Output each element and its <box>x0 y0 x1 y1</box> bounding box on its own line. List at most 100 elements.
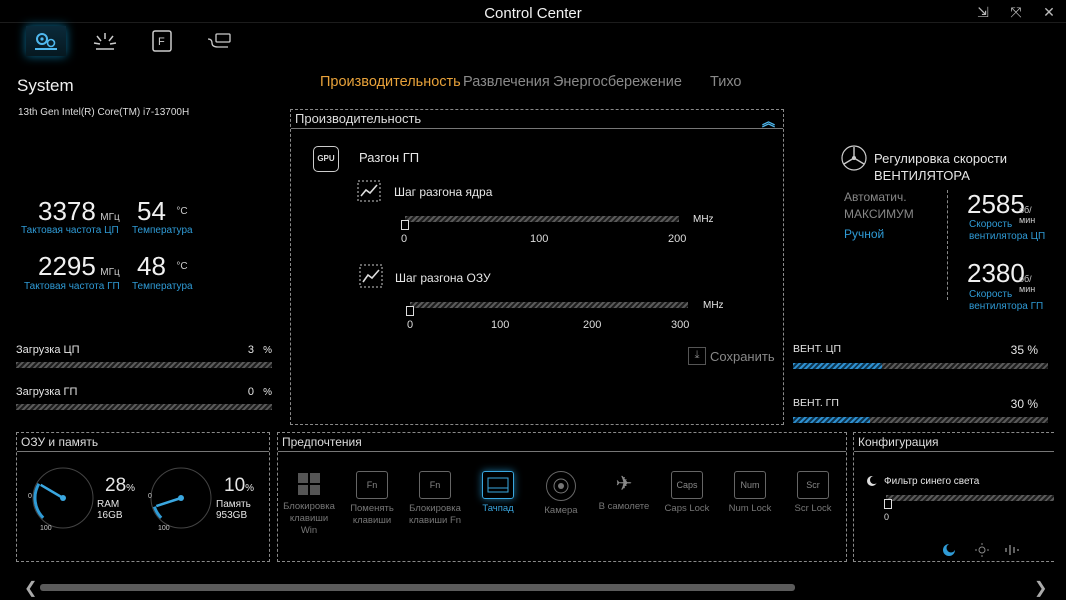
gpu-fan-level-label: ВЕНТ. ГП <box>793 397 839 409</box>
mem-tick-100: 100 <box>491 319 510 331</box>
blue-light-value: 0 <box>884 512 890 522</box>
mem-step-slider-thumb[interactable] <box>406 306 414 316</box>
core-step-slider-thumb[interactable] <box>401 220 409 230</box>
pref-scroll-lock[interactable]: Scr Scr Lock <box>785 471 841 537</box>
horizontal-scrollbar[interactable] <box>40 584 795 591</box>
cpu-fan-level-track[interactable] <box>793 363 1048 369</box>
gpu-load-label: Загрузка ГП <box>16 386 78 398</box>
storage-name: Память <box>216 499 251 510</box>
tab-entertainment[interactable]: Развлечения <box>463 74 553 90</box>
swap-keys-icon: Fn <box>356 471 388 499</box>
brightness-icon[interactable] <box>974 542 990 558</box>
gpu-frequency-unit: МГц <box>100 267 120 278</box>
gpu-fan-level-value: 30 % <box>1010 397 1038 411</box>
gpu-load-bar <box>16 404 272 410</box>
memory-clock-icon <box>359 264 383 288</box>
pref-caps-lock[interactable]: Caps Caps Lock <box>659 471 715 537</box>
blue-light-slider-thumb[interactable] <box>884 499 892 509</box>
cpu-fan-label1: Скорость <box>969 219 1013 230</box>
core-step-slider-track[interactable] <box>405 216 679 222</box>
cpu-fan-level-label: ВЕНТ. ЦП <box>793 343 841 355</box>
mem-step-unit: MHz <box>703 300 724 311</box>
ram-gauge <box>32 467 94 529</box>
cpu-frequency-value: 3378 <box>38 196 96 226</box>
scroll-left-icon[interactable]: ❮ <box>24 578 37 598</box>
pref-fn-lock[interactable]: Fn Блокировка клавиши Fn <box>407 471 463 537</box>
close-icon[interactable]: ✕ <box>1039 4 1059 20</box>
storage-usage-value: 10 <box>224 475 246 496</box>
pref-win-lock-l2: клавиши Win <box>289 513 329 536</box>
cpu-frequency-label: Тактовая частота ЦП <box>21 225 119 236</box>
tab-quiet[interactable]: Тихо <box>710 74 741 90</box>
pref-swap-keys[interactable]: Fn Поменять клавиши <box>344 471 400 537</box>
storage-usage-unit: % <box>245 483 255 494</box>
collapse-icon[interactable]: ︽ <box>762 111 775 130</box>
cpu-frequency: 3378 МГц <box>38 196 120 227</box>
preferences-grid: Блокировка клавиши Win Fn Поменять клави… <box>278 471 841 537</box>
cpu-load-bar <box>16 362 272 368</box>
mode-tabs: Производительность Развлечения Энергосбе… <box>320 74 741 90</box>
pref-airplane[interactable]: ✈ В самолете <box>596 471 652 537</box>
battery-plug-icon <box>207 33 231 48</box>
svg-text:F: F <box>158 36 165 48</box>
tab-performance[interactable]: Производительность <box>320 74 463 90</box>
gpu-fan-label1: Скорость <box>969 289 1013 300</box>
sound-wave-icon[interactable] <box>1004 543 1020 557</box>
gpu-temperature-value: 48 <box>137 251 166 281</box>
blue-light-filter: Фильтр синего света <box>866 475 979 487</box>
pref-fn-lock-l2: клавиши Fn <box>408 515 462 526</box>
gpu-fan-level-fill <box>793 417 870 423</box>
gpu-frequency-label: Тактовая частота ГП <box>24 281 120 292</box>
mem-tick-0: 0 <box>407 319 414 331</box>
fan-mode-max[interactable]: МАКСИМУМ <box>844 206 914 223</box>
fan-divider <box>947 190 949 300</box>
ram-gauge-min: 0 <box>28 493 32 500</box>
gears-icon <box>35 33 57 50</box>
save-button[interactable]: ⤓ Сохранить <box>688 347 775 365</box>
performance-panel-title: Производительность <box>291 110 783 129</box>
cpu-temperature-unit: °C <box>176 206 188 217</box>
mem-step-slider-track[interactable] <box>410 302 688 308</box>
cpu-fan-speed: 2585 об/мин <box>967 189 1035 225</box>
pref-num-lock[interactable]: Num Num Lock <box>722 471 778 537</box>
gpu-fan-level-track[interactable] <box>793 417 1048 423</box>
blue-light-slider-track[interactable] <box>886 495 1054 501</box>
pref-camera[interactable]: Камера <box>533 471 589 537</box>
pref-touchpad[interactable]: Тачпад <box>470 471 526 537</box>
config-panel: Конфигурация Фильтр синего света 0 <box>853 432 1054 562</box>
tab-keyboard[interactable]: F <box>142 26 182 56</box>
storage-size: 953GB <box>216 510 248 521</box>
night-mode-icon[interactable] <box>942 543 956 557</box>
tab-battery[interactable] <box>199 26 239 56</box>
blue-light-filter-label: Фильтр синего света <box>884 475 980 487</box>
pref-scroll-lock-l1: Scr Lock <box>794 503 832 514</box>
core-tick-100: 100 <box>530 233 549 245</box>
f-key-icon: F <box>152 30 172 52</box>
title-divider <box>0 22 1066 23</box>
cpu-fan-label2: вентилятора ЦП <box>969 231 1046 242</box>
gpu-load: Загрузка ГП 0 % <box>16 386 272 410</box>
memory-panel: ОЗУ и память 0 100 28% RAM 16GB 0 100 10… <box>16 432 270 562</box>
scroll-right-icon[interactable]: ❯ <box>1034 578 1047 598</box>
pref-win-lock[interactable]: Блокировка клавиши Win <box>281 471 337 537</box>
fullscreen-icon[interactable]: ⤧ <box>1006 4 1026 20</box>
gpu-icon: GPU <box>313 146 339 172</box>
tab-system[interactable] <box>26 26 66 56</box>
window-title: Control Center <box>484 5 582 22</box>
pref-caps-lock-l1: Caps Lock <box>664 503 710 514</box>
fan-mode-list: Автоматич. МАКСИМУМ Ручной <box>844 189 914 243</box>
compact-mode-icon[interactable]: ⇲ <box>973 4 993 20</box>
pref-num-lock-l1: Num Lock <box>728 503 772 514</box>
pref-swap-keys-l2: клавиши <box>352 515 392 526</box>
tab-power-saving[interactable]: Энергосбережение <box>553 74 710 90</box>
core-tick-0: 0 <box>401 233 408 245</box>
cpu-fan-level: ВЕНТ. ЦП 35 % <box>793 343 1048 369</box>
gpu-fan-speed: 2380 об/мин <box>967 258 1035 294</box>
gpu-temperature-unit: °C <box>176 261 188 272</box>
fan-mode-manual[interactable]: Ручной <box>844 226 914 243</box>
pref-swap-keys-l1: Поменять <box>350 503 394 514</box>
fan-title-line2: ВЕНТИЛЯТОРА <box>874 168 970 183</box>
scroll-lock-icon: Scr <box>797 471 829 499</box>
fan-mode-auto[interactable]: Автоматич. <box>844 189 914 206</box>
tab-lighting[interactable] <box>85 26 125 56</box>
